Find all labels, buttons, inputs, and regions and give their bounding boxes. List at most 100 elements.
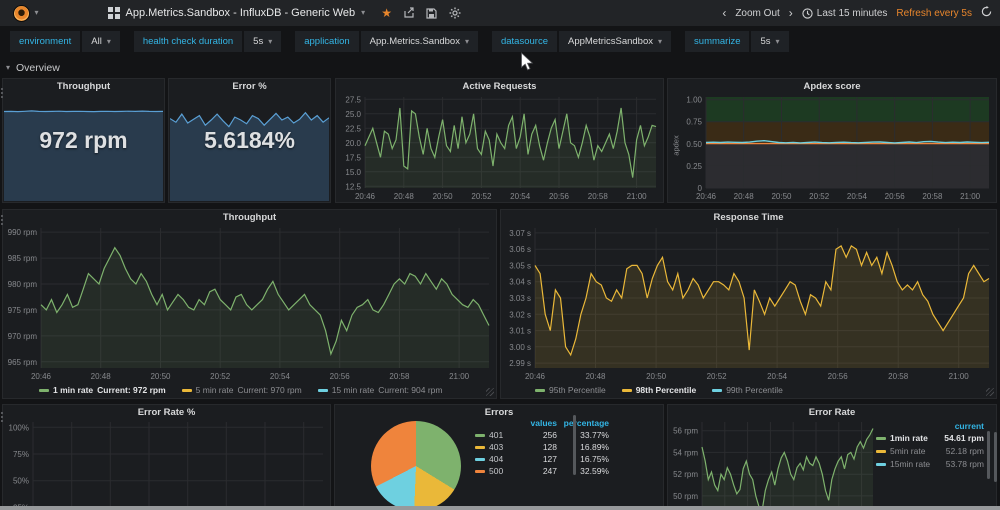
svg-text:20:56: 20:56 [549,192,570,201]
legend-swatch [181,388,192,392]
svg-text:20:50: 20:50 [646,372,667,381]
panel-title[interactable]: Error Rate % [3,407,330,418]
legend-item-1min-rate[interactable]: 1 min rate Current: 972 rpm [39,385,166,395]
svg-text:20:46: 20:46 [31,372,52,381]
svg-text:21:00: 21:00 [449,372,470,381]
var-value-dropdown[interactable]: App.Metrics.Sandbox ▾ [360,31,478,52]
chevron-down-icon: ▾ [6,63,11,72]
legend-scrollbar[interactable] [573,415,576,475]
legend-swatch [621,388,632,392]
svg-text:2.99 s: 2.99 s [509,359,531,368]
svg-text:20:52: 20:52 [210,372,231,381]
share-button[interactable] [403,7,415,19]
svg-text:21:00: 21:00 [627,192,648,201]
save-button[interactable] [426,7,438,19]
column-header-values: values [530,418,557,428]
pie-value: 127 [542,454,557,464]
dashboard-title-dropdown[interactable]: App.Metrics.Sandbox - InfluxDB - Generic… [108,7,365,19]
settings-gear-icon[interactable] [449,7,461,19]
row-toggle-overview[interactable]: ▾ Overview [6,62,60,74]
navbar: ▾ App.Metrics.Sandbox - InfluxDB - Gener… [0,0,1000,26]
errors-pie-chart[interactable] [371,421,461,510]
svg-text:12.5: 12.5 [345,182,361,191]
var-label: environment [10,31,81,52]
legend-item-15min-rate[interactable]: 15 min rate Current: 904 rpm [317,385,442,395]
row-handle[interactable] [1,88,4,98]
pie-legend-500[interactable]: 500 [475,466,521,476]
svg-text:56 rpm: 56 rpm [673,427,698,436]
response-time-chart[interactable]: 20:46 20:48 20:50 20:52 20:54 20:56 20:58 21:00… [503,223,994,381]
pie-percentage: 33.77% [580,430,609,440]
zoom-out-right-chevron[interactable]: › [789,6,793,20]
zoom-out-button[interactable]: Zoom Out [735,8,779,19]
apdex-chart[interactable]: 20:46 20:48 20:50 20:52 20:54 20:56 20:58 21:00… [676,92,994,201]
panel-title[interactable]: Error % [169,81,330,92]
panel-title[interactable]: Errors [335,407,663,418]
refresh-icon[interactable] [981,6,992,20]
svg-text:50%: 50% [13,477,29,486]
var-label: health check duration [133,31,243,52]
svg-text:20:54: 20:54 [847,192,868,201]
panel-throughput-graph: Throughput 20:46 20:48 20:50 20:52 20:54 20:5… [2,209,497,399]
legend-swatch [39,388,49,392]
legend-item-15min-rate[interactable]: 15min rate 53.78 rpm [876,459,984,469]
grafana-menu[interactable]: ▾ [0,4,52,22]
error-rate-chart[interactable]: 48 rpm50 rpm52 rpm54 rpm56 rpm [670,417,878,510]
throughput-graph-chart[interactable]: 20:46 20:48 20:50 20:52 20:54 20:56 20:58 21:00… [5,223,494,381]
panel-title[interactable]: Response Time [501,212,996,223]
svg-text:20:56: 20:56 [885,192,906,201]
pie-percentage: 16.89% [580,442,609,452]
legend-item-95th[interactable]: 95th Percentile [535,385,606,395]
var-label: application [295,31,359,52]
legend-scrollbar[interactable] [987,431,990,479]
active-requests-chart[interactable]: 20:46 20:48 20:50 20:52 20:54 20:56 20:58 21:00… [338,92,661,201]
panel-title[interactable]: Throughput [3,81,164,92]
panel-title[interactable]: Apdex score [668,81,996,92]
error-rate-pct-chart[interactable]: 25%50%75%100% [5,417,328,510]
var-value-dropdown[interactable]: 5s ▾ [751,31,789,52]
svg-text:25.0: 25.0 [345,110,361,119]
svg-text:15.0: 15.0 [345,168,361,177]
dashboard-title[interactable]: App.Metrics.Sandbox - InfluxDB - Generic… [126,7,356,19]
row-handle[interactable] [1,412,4,422]
row-handle[interactable] [1,215,4,225]
svg-text:20:58: 20:58 [922,192,943,201]
legend-swatch [712,388,723,392]
pie-legend-401[interactable]: 401 [475,430,521,440]
refresh-interval-button[interactable]: Refresh every 5s [896,8,972,19]
panel-resize-handle[interactable] [986,388,994,396]
star-button[interactable]: ★ [381,7,392,19]
legend-item-5min-rate[interactable]: 5 min rate Current: 970 rpm [181,385,302,395]
page-scrollbar[interactable] [994,432,997,482]
panel-resize-handle[interactable] [486,388,494,396]
var-value-dropdown[interactable]: 5s ▾ [244,31,282,52]
chevron-down-icon: ▾ [464,36,469,46]
apdex-y-axis-label: apdex [671,134,681,156]
svg-text:50 rpm: 50 rpm [673,492,698,501]
panel-title[interactable]: Active Requests [336,81,663,92]
svg-text:975 rpm: 975 rpm [8,306,38,315]
legend-item-98th[interactable]: 98th Percentile [621,385,696,395]
pie-legend-404[interactable]: 404 [475,454,521,464]
var-value-dropdown[interactable]: All ▾ [82,31,120,52]
panel-title[interactable]: Throughput [3,212,496,223]
panel-response-time: Response Time 20:46 20:48 20:50 20:52 20:54 2… [500,209,997,399]
row-title[interactable]: Overview [16,62,60,74]
var-datasource: datasource AppMetricsSandbox ▾ [491,31,672,52]
svg-text:980 rpm: 980 rpm [8,280,38,289]
legend-swatch [475,457,485,461]
panel-title[interactable]: Error Rate [668,407,996,418]
pie-legend-403[interactable]: 403 [475,442,521,452]
svg-text:20:50: 20:50 [150,372,171,381]
legend-item-99th[interactable]: 99th Percentile [712,385,783,395]
svg-text:0.25: 0.25 [686,162,702,171]
pie-value: 128 [542,442,557,452]
legend-swatch [317,388,328,392]
var-value-dropdown[interactable]: AppMetricsSandbox ▾ [558,31,672,52]
zoom-out-left-chevron[interactable]: ‹ [722,6,726,20]
legend-item-5min-rate[interactable]: 5min rate 52.18 rpm [876,446,984,456]
grafana-logo-icon[interactable] [13,4,31,22]
time-range-picker[interactable]: Last 15 minutes [802,8,887,19]
legend-item-1min-rate[interactable]: 1min rate 54.61 rpm [876,433,984,443]
dashboard-grid-icon [108,7,120,19]
